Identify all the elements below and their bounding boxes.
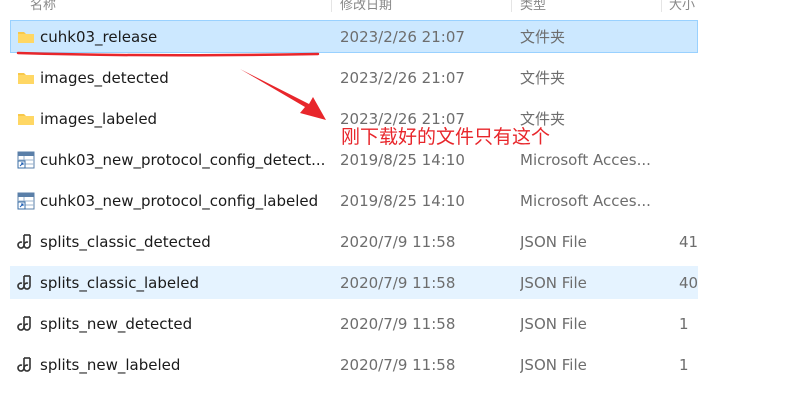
annotation-arrow <box>240 69 326 120</box>
annotation-text: 刚下载好的文件只有这个 <box>341 126 551 148</box>
annotation-underline <box>16 51 320 57</box>
annotation-overlay <box>16 51 326 120</box>
